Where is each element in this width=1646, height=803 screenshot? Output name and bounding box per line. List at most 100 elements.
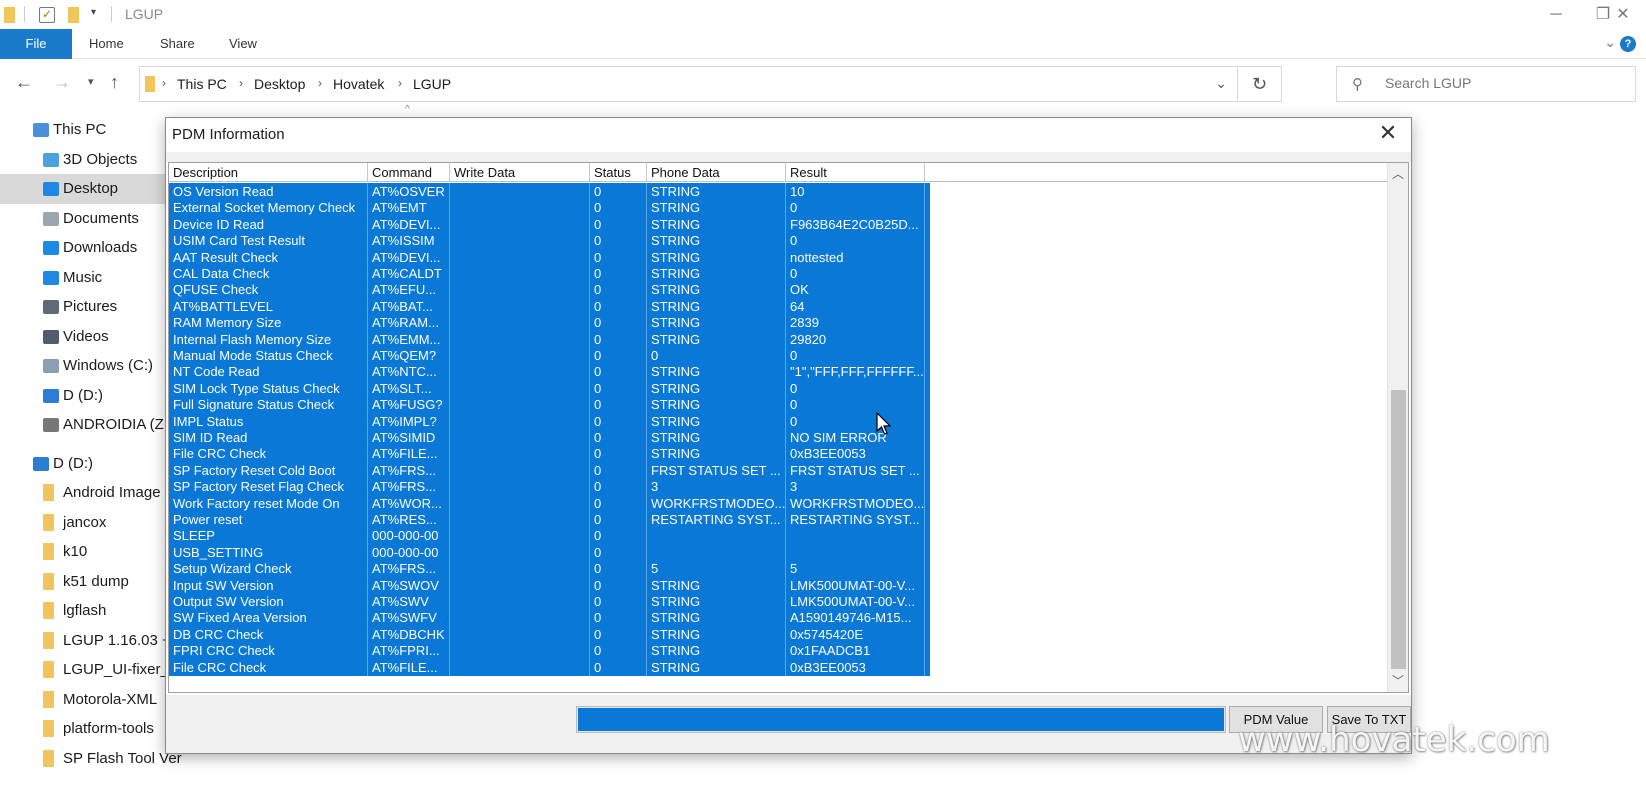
table-cell: 0 [786, 347, 925, 364]
breadcrumb-chevron-icon[interactable]: › [398, 76, 402, 90]
table-cell: 000-000-00 [368, 543, 450, 561]
table-row[interactable]: SP Factory Reset Cold Boot AT%FRS... 0 FRST… [169, 461, 930, 479]
table-row[interactable]: File CRC Check AT%FILE... 0 STRING 0xB3EE005… [169, 658, 930, 676]
column-header[interactable]: Write Data [450, 163, 590, 182]
help-icon[interactable]: ? [1620, 36, 1636, 52]
tab-home[interactable]: Home [89, 29, 124, 59]
table-row[interactable]: Output SW Version AT%SWV 0 STRING LMK500UMAT… [169, 593, 930, 610]
table-cell [786, 543, 925, 561]
table-row[interactable]: USIM Card Test Result AT%ISSIM 0 STRING 0 [169, 232, 930, 250]
address-dropdown-chevron-icon[interactable]: ⌄ [1215, 75, 1227, 92]
column-header[interactable]: Description [169, 163, 368, 182]
expand-ribbon-chevron-icon[interactable]: ⌄ [1604, 34, 1616, 51]
table-row[interactable]: USB_SETTING 000-000-00 0 [169, 543, 930, 561]
table-cell: STRING [647, 281, 786, 299]
table-row[interactable]: Device ID Read AT%DEVI... 0 STRING F963B64E2… [169, 215, 930, 233]
table-cell: File CRC Check [169, 445, 368, 463]
tab-share[interactable]: Share [160, 29, 195, 59]
table-cell: AAT Result Check [169, 248, 368, 266]
table-row[interactable]: File CRC Check AT%FILE... 0 STRING 0xB3EE005… [169, 445, 930, 463]
column-header[interactable]: Result [786, 163, 925, 182]
table-row[interactable]: SIM Lock Type Status Check AT%SLT... 0 STRI… [169, 379, 930, 397]
close-window-icon[interactable]: ✕ [1600, 0, 1646, 29]
close-icon[interactable]: ✕ [1373, 118, 1403, 148]
quick-access-dropdown-icon[interactable]: ▾ [91, 7, 96, 18]
table-cell: LMK500UMAT-00-V... [786, 593, 925, 610]
table-row[interactable]: QFUSE Check AT%EFU... 0 STRING OK [169, 281, 930, 299]
pdm-data-grid[interactable]: Description Command Write Data Status Phone … [168, 162, 1409, 693]
table-cell: AT%FILE... [368, 658, 450, 676]
table-row[interactable]: Power reset AT%RES... 0 RESTARTING SYST... R… [169, 511, 930, 528]
column-header[interactable]: Status [590, 163, 647, 182]
refresh-icon[interactable]: ↻ [1237, 67, 1281, 101]
table-row[interactable]: Work Factory reset Mode On AT%WOR... 0 WORK… [169, 494, 930, 512]
dialog-header-strip [166, 152, 1411, 162]
search-input[interactable] [1385, 75, 1625, 91]
breadcrumb-this-pc[interactable]: This PC [177, 76, 227, 92]
table-cell: STRING [647, 265, 786, 282]
minimize-icon[interactable]: ─ [1533, 0, 1579, 29]
address-bar[interactable]: › This PC › Desktop › Hovatek › LGUP ⌄ ↻ [139, 66, 1282, 102]
user-drive-icon [33, 457, 49, 471]
up-arrow-icon[interactable]: ↑ [110, 72, 119, 93]
nav-item-label: lgflash [63, 602, 107, 619]
breadcrumb-lgup[interactable]: LGUP [413, 76, 451, 92]
table-cell: STRING [647, 330, 786, 348]
table-row[interactable]: RAM Memory Size AT%RAM... 0 STRING 2839 [169, 314, 930, 332]
table-row[interactable]: External Socket Memory Check AT%EMT 0 STRIN… [169, 199, 930, 217]
scrollbar-thumb[interactable] [1391, 390, 1406, 669]
table-row[interactable]: CAL Data Check AT%CALDT 0 STRING 0 [169, 265, 930, 282]
table-row[interactable]: DB CRC Check AT%DBCHK 0 STRING 0x5745420E [169, 625, 930, 643]
table-row[interactable]: Manual Mode Status Check AT%QEM? 0 0 0 [169, 347, 930, 364]
vertical-scrollbar[interactable]: ︿ ﹀ [1387, 163, 1408, 692]
table-row[interactable]: NT Code Read AT%NTC... 0 STRING "1","FFF,FFF… [169, 363, 930, 381]
tab-view[interactable]: View [229, 29, 257, 59]
nav-item-label: Pictures [63, 298, 118, 315]
column-header[interactable]: Command [368, 163, 450, 182]
download-arrow-icon [43, 241, 59, 255]
breadcrumb-desktop[interactable]: Desktop [254, 76, 305, 92]
table-cell: AT%SIMID [368, 429, 450, 446]
table-row[interactable]: AAT Result Check AT%DEVI... 0 STRING nottest… [169, 248, 930, 266]
sort-ascending-icon[interactable]: ^ [405, 104, 410, 115]
table-cell: 0 [590, 363, 647, 381]
recent-locations-chevron-icon[interactable]: ▾ [88, 75, 94, 88]
back-arrow-icon[interactable]: ← [15, 72, 33, 93]
mouse-cursor-icon [876, 412, 892, 435]
scroll-up-icon[interactable]: ︿ [1388, 165, 1408, 183]
table-row[interactable]: IMPL Status AT%IMPL? 0 STRING 0 [169, 412, 930, 430]
table-cell [450, 658, 590, 676]
search-box[interactable]: ⚲ [1336, 66, 1636, 102]
table-cell: NO SIM ERROR [786, 429, 925, 446]
tab-file[interactable]: File [0, 29, 72, 59]
table-row[interactable]: FPRI CRC Check AT%FPRI... 0 STRING 0x1FAADCB… [169, 642, 930, 660]
table-row[interactable]: Internal Flash Memory Size AT%EMM... 0 STRI… [169, 330, 930, 348]
table-row[interactable]: Setup Wizard Check AT%FRS... 0 5 5 [169, 560, 930, 578]
properties-check-icon[interactable]: ✓ [39, 7, 55, 23]
table-row[interactable]: SLEEP 000-000-00 0 [169, 527, 930, 545]
breadcrumb-hovatek[interactable]: Hovatek [333, 76, 384, 92]
new-folder-icon[interactable] [68, 7, 79, 23]
breadcrumb-chevron-icon[interactable]: › [162, 76, 166, 90]
table-cell: AT%DEVI... [368, 215, 450, 233]
table-row[interactable]: SP Factory Reset Flag Check AT%FRS... 0 3 3 [169, 478, 930, 496]
table-row[interactable]: SW Fixed Area Version AT%SWFV 0 STRING A1590… [169, 609, 930, 627]
table-row[interactable]: Full Signature Status Check AT%FUSG? 0 STRI… [169, 396, 930, 414]
table-cell: 3 [647, 478, 786, 496]
nav-item-label: platform-tools [63, 720, 154, 737]
table-row[interactable]: AT%BATTLEVEL AT%BAT... 0 STRING 64 [169, 297, 930, 315]
table-cell: FRST STATUS SET ... [786, 461, 925, 479]
breadcrumb-chevron-icon[interactable]: › [318, 76, 322, 90]
table-cell: 0 [590, 396, 647, 414]
table-row[interactable]: OS Version Read AT%OSVER 0 STRING 10 [169, 183, 930, 200]
table-cell: 0 [590, 511, 647, 528]
scroll-down-icon[interactable]: ﹀ [1388, 672, 1408, 690]
forward-arrow-icon[interactable]: → [53, 72, 71, 93]
table-row[interactable]: SIM ID Read AT%SIMID 0 STRING NO SIM ERROR [169, 429, 930, 446]
table-row[interactable]: Input SW Version AT%SWOV 0 STRING LMK500UMAT… [169, 576, 930, 594]
table-cell: Manual Mode Status Check [169, 347, 368, 364]
column-header[interactable]: Phone Data [647, 163, 786, 182]
table-cell [450, 265, 590, 282]
table-cell: 2839 [786, 314, 925, 332]
breadcrumb-chevron-icon[interactable]: › [239, 76, 243, 90]
